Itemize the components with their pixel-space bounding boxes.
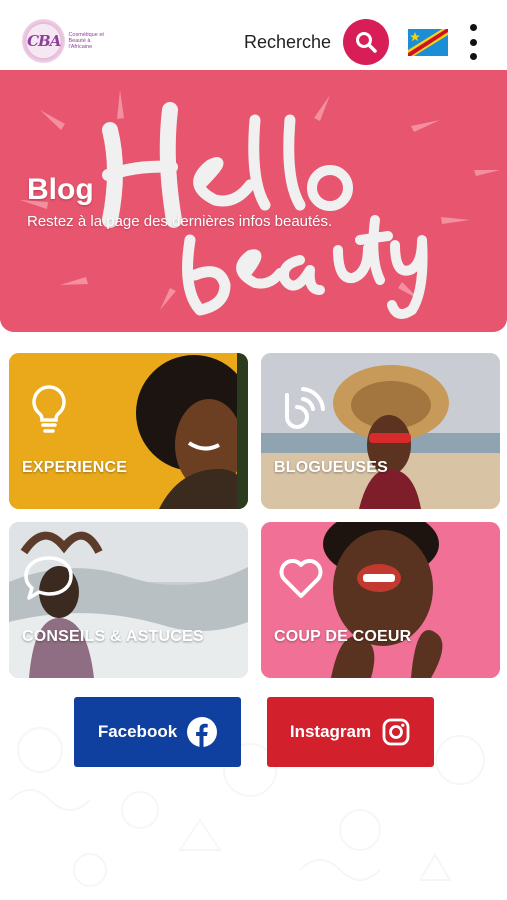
instagram-label: Instagram [289, 722, 372, 741]
card-label: BLOGUEUSES [274, 459, 389, 476]
logo-tagline: Cosmétique et Beauté à l'Africaine [68, 32, 104, 50]
category-card-coup-de-coeur[interactable]: COUP DE COEUR [261, 522, 500, 678]
logo-badge: CBA [22, 19, 66, 63]
menu-dot [469, 38, 477, 46]
search-button[interactable] [343, 19, 389, 65]
card-label: CONSEILS & ASTUCES [22, 628, 204, 645]
instagram-button[interactable]: Instagram [267, 697, 434, 767]
menu-dot [469, 53, 477, 60]
blog-rss-icon [285, 387, 325, 429]
menu-dot [469, 24, 477, 31]
blog-hero-banner[interactable]: Blog Restez à la page des dernières info… [0, 70, 507, 332]
category-card-experience[interactable]: EXPERIENCE [9, 353, 248, 509]
kebab-menu-icon[interactable] [466, 24, 480, 60]
drc-flag-icon [408, 29, 448, 56]
facebook-icon [187, 717, 218, 747]
hero-subtitle: Restez à la page des dernières infos bea… [27, 213, 333, 230]
brand-logo[interactable]: CBA Cosmétique et Beauté à l'Africaine [22, 16, 104, 66]
search-icon [356, 32, 377, 53]
category-card-conseils-astuces[interactable]: CONSEILS & ASTUCES [9, 522, 248, 678]
language-flag-button[interactable] [408, 29, 448, 56]
speech-bubble-icon [24, 556, 73, 600]
instagram-icon [382, 718, 410, 746]
card-label: EXPERIENCE [22, 459, 128, 476]
hero-title: Blog [27, 173, 94, 206]
card-label: COUP DE COEUR [274, 628, 412, 645]
facebook-label: Facebook [97, 722, 178, 741]
app-header: CBA Cosmétique et Beauté à l'Africaine R… [0, 0, 507, 70]
heart-icon [279, 559, 323, 598]
lightbulb-icon [32, 385, 66, 433]
search-label[interactable]: Recherche [244, 32, 331, 53]
facebook-button[interactable]: Facebook [74, 697, 241, 767]
category-card-blogueuses[interactable]: BLOGUEUSES [261, 353, 500, 509]
